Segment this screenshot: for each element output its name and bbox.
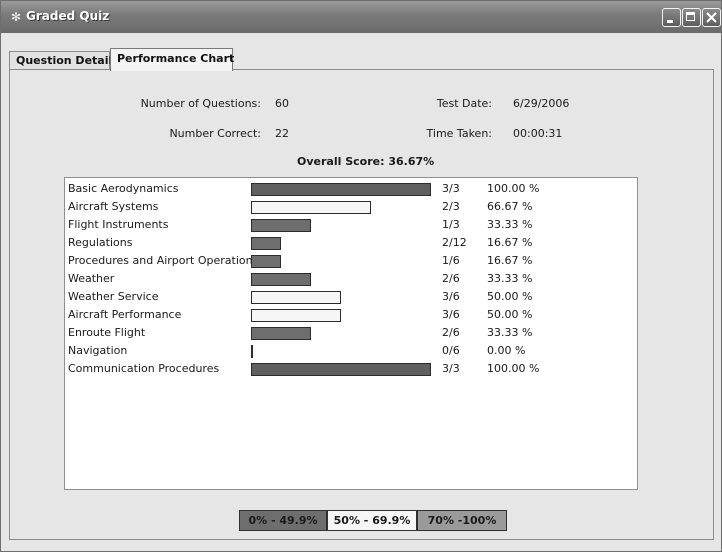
close-button[interactable] (702, 8, 721, 27)
overall-score: Overall Score: 36.67% (297, 155, 434, 168)
category-fraction: 3/6 (442, 290, 460, 303)
category-name: Enroute Flight (68, 326, 146, 339)
category-name: Procedures and Airport Operations (68, 254, 259, 267)
category-percent: 16.67 % (487, 254, 533, 267)
title-bar[interactable]: ✻ Graded Quiz (1, 1, 721, 33)
num-correct-label: Number Correct: (169, 127, 261, 140)
time-taken-value: 00:00:31 (513, 127, 563, 140)
overall-score-value: 36.67% (388, 155, 435, 168)
category-percent: 100.00 % (487, 182, 540, 195)
category-row: Regulations 2/12 16.67 % (65, 234, 637, 252)
category-score-bar (251, 255, 281, 268)
close-icon (706, 12, 717, 23)
category-score-bar (251, 237, 281, 250)
category-row: Procedures and Airport Operations 1/6 16.6… (65, 252, 637, 270)
category-fraction: 1/6 (442, 254, 460, 267)
category-row: Flight Instruments 1/3 33.33 % (65, 216, 637, 234)
category-fraction: 2/6 (442, 272, 460, 285)
category-row: Aircraft Systems 2/3 66.67 % (65, 198, 637, 216)
category-fraction: 1/3 (442, 218, 460, 231)
legend-high: 70% -100% (417, 510, 507, 531)
category-fraction: 3/6 (442, 308, 460, 321)
window-title: Graded Quiz (26, 9, 110, 23)
category-score-bar (251, 363, 431, 376)
test-date-label: Test Date: (436, 97, 492, 110)
legend-low: 0% - 49.9% (239, 510, 327, 531)
category-chart-list[interactable]: Basic Aerodynamics 3/3 100.00 % Aircraft Sy… (64, 177, 638, 490)
category-percent: 33.33 % (487, 326, 533, 339)
category-row: Navigation 0/6 0.00 % (65, 342, 637, 360)
category-percent: 0.00 % (487, 344, 526, 357)
graded-quiz-window: ✻ Graded Quiz Question Detail Performanc… (0, 0, 722, 552)
category-name: Aircraft Performance (68, 308, 182, 321)
category-score-bar (251, 201, 371, 214)
category-name: Regulations (68, 236, 133, 249)
category-percent: 33.33 % (487, 272, 533, 285)
category-name: Communication Procedures (68, 362, 220, 375)
category-name: Weather (68, 272, 115, 285)
category-name: Aircraft Systems (68, 200, 159, 213)
category-score-bar (251, 309, 341, 322)
category-row: Enroute Flight 2/6 33.33 % (65, 324, 637, 342)
num-questions-value: 60 (275, 97, 289, 110)
category-percent: 66.67 % (487, 200, 533, 213)
category-score-bar (251, 219, 311, 232)
category-row: Weather Service 3/6 50.00 % (65, 288, 637, 306)
category-fraction: 2/3 (442, 200, 460, 213)
category-percent: 50.00 % (487, 308, 533, 321)
legend-mid: 50% - 69.9% (327, 510, 417, 531)
category-name: Navigation (68, 344, 128, 357)
category-percent: 33.33 % (487, 218, 533, 231)
category-name: Weather Service (68, 290, 159, 303)
category-percent: 50.00 % (487, 290, 533, 303)
overall-score-label: Overall Score: (297, 155, 385, 168)
category-name: Basic Aerodynamics (68, 182, 179, 195)
category-row: Aircraft Performance 3/6 50.00 % (65, 306, 637, 324)
category-name: Flight Instruments (68, 218, 169, 231)
category-score-bar (251, 345, 253, 358)
category-fraction: 0/6 (442, 344, 460, 357)
category-fraction: 3/3 (442, 362, 460, 375)
category-score-bar (251, 183, 431, 196)
tab-performance-chart[interactable]: Performance Chart (110, 48, 234, 71)
category-percent: 16.67 % (487, 236, 533, 249)
category-fraction: 2/12 (442, 236, 467, 249)
category-fraction: 2/6 (442, 326, 460, 339)
num-questions-label: Number of Questions: (140, 97, 261, 110)
maximize-button[interactable] (682, 8, 701, 27)
time-taken-label: Time Taken: (426, 127, 492, 140)
num-correct-value: 22 (275, 127, 289, 140)
app-icon: ✻ (10, 10, 22, 24)
category-row: Communication Procedures 3/3 100.00 % (65, 360, 637, 378)
category-percent: 100.00 % (487, 362, 540, 375)
category-score-bar (251, 327, 311, 340)
category-row: Weather 2/6 33.33 % (65, 270, 637, 288)
category-score-bar (251, 291, 341, 304)
category-fraction: 3/3 (442, 182, 460, 195)
tab-question-detail[interactable]: Question Detail (9, 51, 112, 69)
minimize-button[interactable] (662, 8, 681, 27)
test-date-value: 6/29/2006 (513, 97, 570, 110)
category-row: Basic Aerodynamics 3/3 100.00 % (65, 180, 637, 198)
category-score-bar (251, 273, 311, 286)
